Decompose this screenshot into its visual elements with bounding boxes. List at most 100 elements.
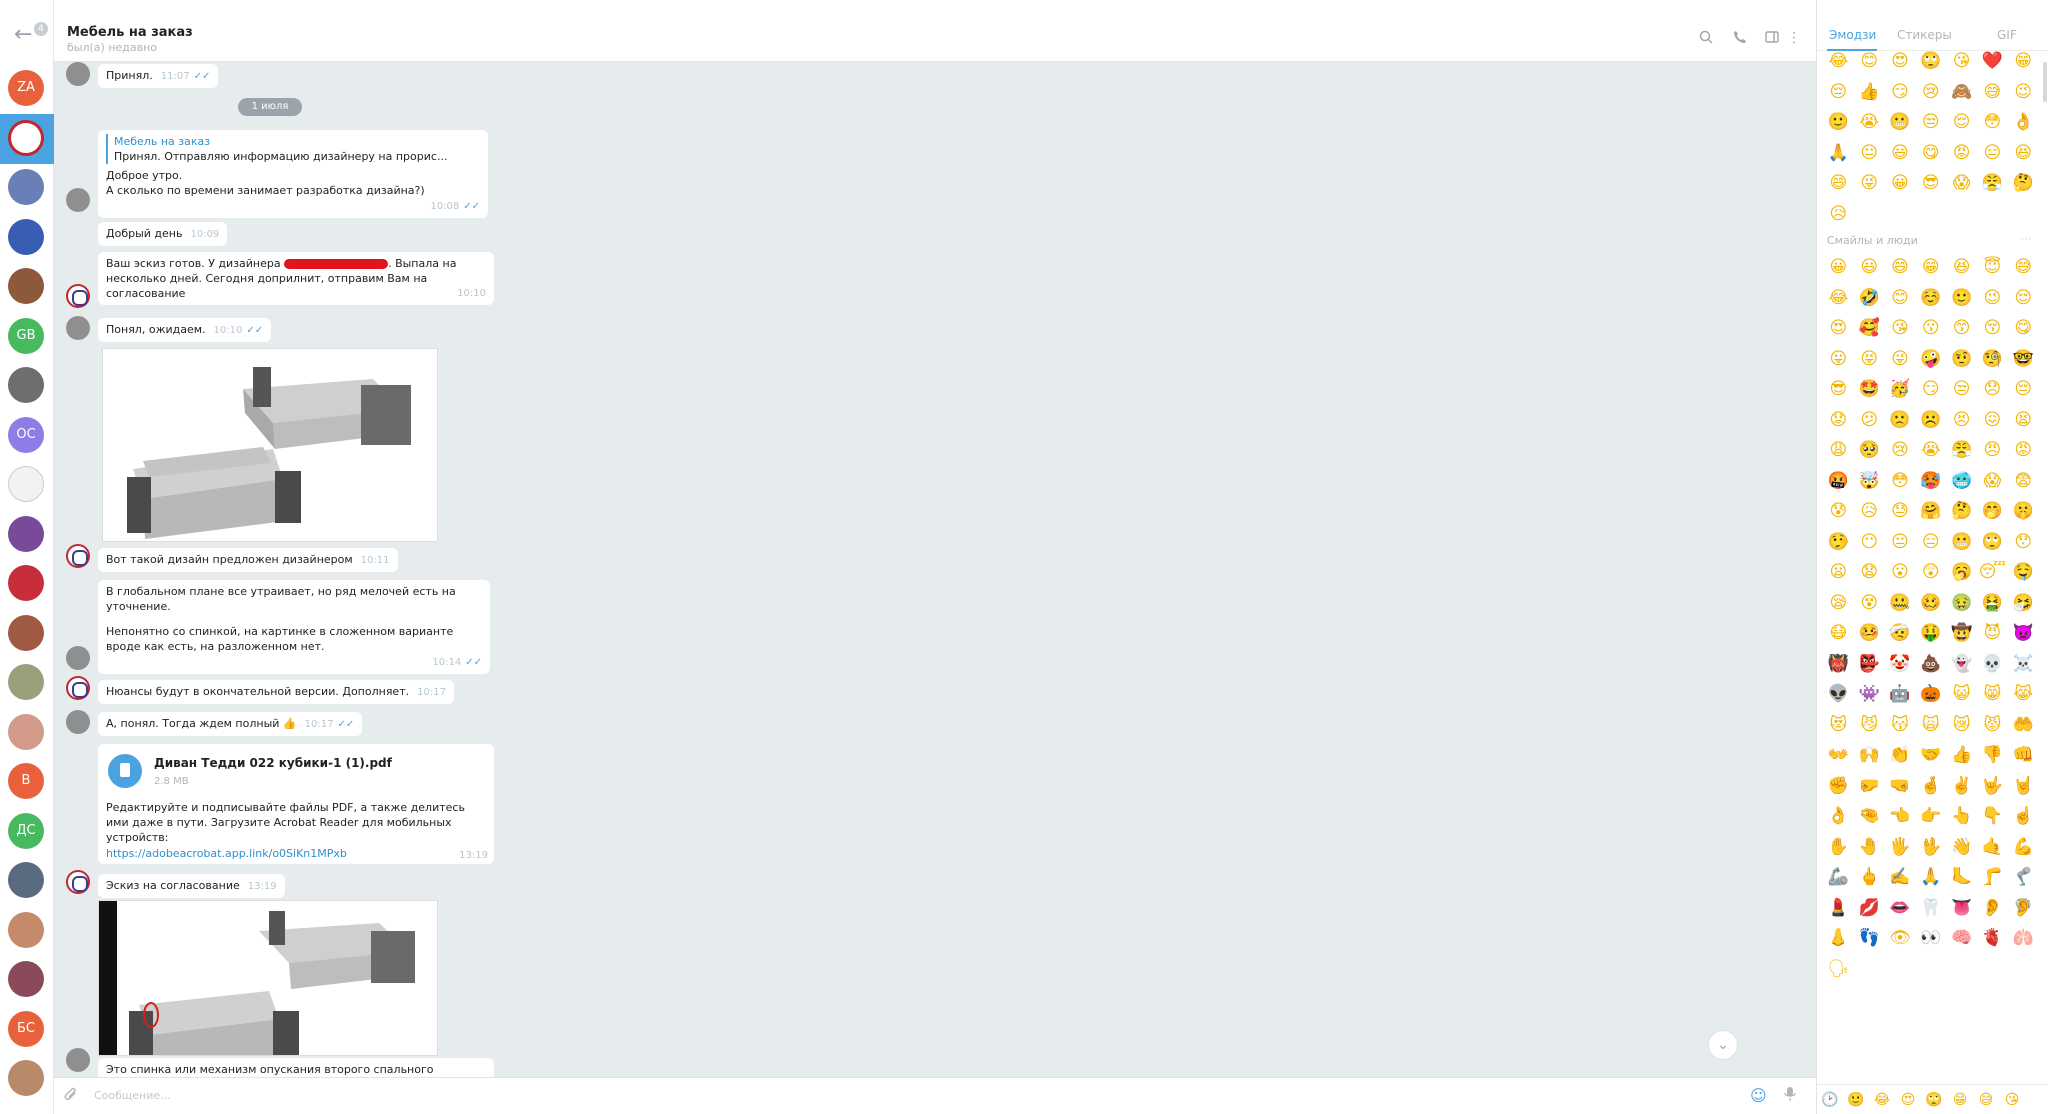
emoji-item[interactable]: 😋 [2008, 313, 2039, 344]
emoji-item[interactable]: 🙌 [1854, 740, 1885, 771]
emoji-item[interactable]: 😂 [1823, 46, 1854, 77]
emoji-category-icon[interactable]: 🙂 [1843, 1085, 1869, 1114]
emoji-item[interactable]: 🥰 [1854, 313, 1885, 344]
emoji-item[interactable]: 😎 [1823, 374, 1854, 405]
emoji-item[interactable]: 🤯 [1854, 466, 1885, 497]
emoji-item[interactable]: 😚 [1977, 313, 2008, 344]
emoji-item[interactable]: 😤 [1946, 435, 1977, 466]
emoji-item[interactable]: 😹 [2008, 679, 2039, 710]
emoji-item[interactable]: 💋 [1854, 893, 1885, 924]
emoji-item[interactable]: 😞 [1977, 374, 2008, 405]
emoji-item[interactable]: 🤖 [1885, 679, 1916, 710]
message-bubble[interactable]: Мебель на заказ Принял. Отправляю информ… [98, 130, 488, 218]
message-bubble[interactable]: В глобальном плане все утраивает, но ряд… [98, 580, 490, 674]
emoji-item[interactable]: 😳 [1885, 466, 1916, 497]
emoji-item[interactable]: 😅 [1977, 77, 2008, 108]
emoji-item[interactable]: 🤭 [1977, 496, 2008, 527]
emoji-item[interactable]: 🤫 [2008, 496, 2039, 527]
message-bubble[interactable]: Нюансы будут в окончательной версии. Доп… [98, 680, 454, 704]
emoji-item[interactable]: 😛 [1823, 344, 1854, 375]
file-message[interactable]: Диван Тедди 022 кубики-1 (1).pdf 2.8 MB … [98, 744, 494, 864]
file-icon[interactable] [108, 754, 142, 788]
emoji-item[interactable]: 😆 [2008, 138, 2039, 169]
emoji-item[interactable]: 🖐 [1885, 832, 1916, 863]
emoji-item[interactable]: 😜 [1885, 344, 1916, 375]
emoji-item[interactable]: ✌️ [1946, 771, 1977, 802]
emoji-item[interactable]: 🤥 [1823, 527, 1854, 558]
emoji-category-icon[interactable]: 😘 [1999, 1085, 2025, 1114]
emoji-item[interactable]: 👋 [1946, 832, 1977, 863]
emoji-item[interactable]: 😟 [1823, 405, 1854, 436]
emoji-item[interactable]: 🙈 [1946, 77, 1977, 108]
emoji-item[interactable]: 🤠 [1946, 618, 1977, 649]
emoji-item[interactable]: 😩 [1823, 435, 1854, 466]
tab-gif[interactable]: GIF [1997, 28, 2017, 42]
emoji-item[interactable]: 👾 [1854, 679, 1885, 710]
chat-avatar[interactable] [8, 515, 44, 552]
emoji-item[interactable]: 😔 [2008, 374, 2039, 405]
emoji-item[interactable]: 💄 [1823, 893, 1854, 924]
emoji-item[interactable]: 😿 [1946, 710, 1977, 741]
emoji-item[interactable]: 🙏 [1823, 138, 1854, 169]
emoji-item[interactable]: 😔 [1823, 77, 1854, 108]
emoji-item[interactable]: 🤙 [1977, 832, 2008, 863]
chat-avatar[interactable]: ZA [8, 70, 44, 106]
section-collapse-icon[interactable]: ⋯ [2021, 234, 2031, 245]
chat-avatar[interactable]: ДС [8, 812, 44, 849]
emoji-category-icon[interactable]: 😁 [1947, 1085, 1973, 1114]
emoji-item[interactable]: 😨 [2008, 466, 2039, 497]
emoji-category-icon[interactable]: 😍 [1895, 1085, 1921, 1114]
emoji-category-icon[interactable]: 😅 [1973, 1085, 1999, 1114]
emoji-item[interactable]: 🤐 [1885, 588, 1916, 619]
emoji-item[interactable]: 😱 [1946, 168, 1977, 199]
chat-avatar[interactable] [8, 367, 44, 403]
paperclip-icon[interactable] [64, 1087, 78, 1107]
emoji-item[interactable]: 😃 [1854, 252, 1885, 283]
emoji-item[interactable]: 🤝 [1915, 740, 1946, 771]
emoji-item[interactable]: 🧐 [1977, 344, 2008, 375]
emoji-toggle-icon[interactable]: ☺ [1750, 1086, 1767, 1105]
emoji-item[interactable]: 🤨 [1946, 344, 1977, 375]
emoji-item[interactable]: 💀 [1977, 649, 2008, 680]
tab-emoji[interactable]: Эмодзи [1829, 28, 1876, 42]
emoji-item[interactable]: 👎 [1977, 740, 2008, 771]
chat-avatar[interactable] [8, 268, 44, 304]
emoji-item[interactable]: 😒 [1946, 374, 1977, 405]
sofa-image[interactable] [98, 900, 438, 1056]
emoji-item[interactable]: 😕 [1854, 405, 1885, 436]
emoji-item[interactable]: 😯 [2008, 527, 2039, 558]
emoji-item[interactable]: 😒 [1915, 107, 1946, 138]
emoji-item[interactable]: 🤬 [1823, 466, 1854, 497]
emoji-item[interactable]: 👺 [1854, 649, 1885, 680]
message-bubble[interactable]: Добрый день 10:09 [98, 222, 228, 246]
emoji-item[interactable]: 😤 [1977, 168, 2008, 199]
emoji-item[interactable]: 👌 [1823, 801, 1854, 832]
emoji-item[interactable]: 🦷 [1915, 893, 1946, 924]
phone-icon[interactable] [1730, 30, 1750, 50]
emoji-item[interactable]: ☝️ [2008, 801, 2039, 832]
emoji-item[interactable]: 😷 [1823, 618, 1854, 649]
emoji-item[interactable]: 🤔 [1946, 496, 1977, 527]
emoji-item[interactable]: 😡 [2008, 435, 2039, 466]
chat-avatar[interactable] [8, 713, 44, 750]
emoji-item[interactable]: 🤒 [1854, 618, 1885, 649]
emoji-category-icon[interactable]: 🙄 [1921, 1085, 1947, 1114]
emoji-item[interactable]: 🙏 [1915, 862, 1946, 893]
emoji-item[interactable]: 🤤 [2008, 557, 2039, 588]
emoji-item[interactable]: 😘 [1885, 313, 1916, 344]
chat-avatar[interactable] [8, 169, 44, 205]
chat-avatar[interactable] [8, 466, 44, 502]
emoji-item[interactable]: ☠️ [2008, 649, 2039, 680]
emoji-item[interactable]: 👍 [1946, 740, 1977, 771]
emoji-item[interactable]: 😲 [1915, 557, 1946, 588]
emoji-item[interactable]: 🤣 [1854, 283, 1885, 314]
emoji-item[interactable]: 😣 [1946, 405, 1977, 436]
emoji-item[interactable]: 👈 [1885, 801, 1916, 832]
emoji-item[interactable]: 🦵 [1977, 862, 2008, 893]
emoji-item[interactable]: 🙄 [1977, 527, 2008, 558]
emoji-item[interactable]: 😰 [1823, 496, 1854, 527]
emoji-item[interactable]: 🤞 [1915, 771, 1946, 802]
emoji-item[interactable]: 😫 [2008, 405, 2039, 436]
emoji-item[interactable]: 😑 [1977, 138, 2008, 169]
emoji-item[interactable]: 💪 [2008, 832, 2039, 863]
